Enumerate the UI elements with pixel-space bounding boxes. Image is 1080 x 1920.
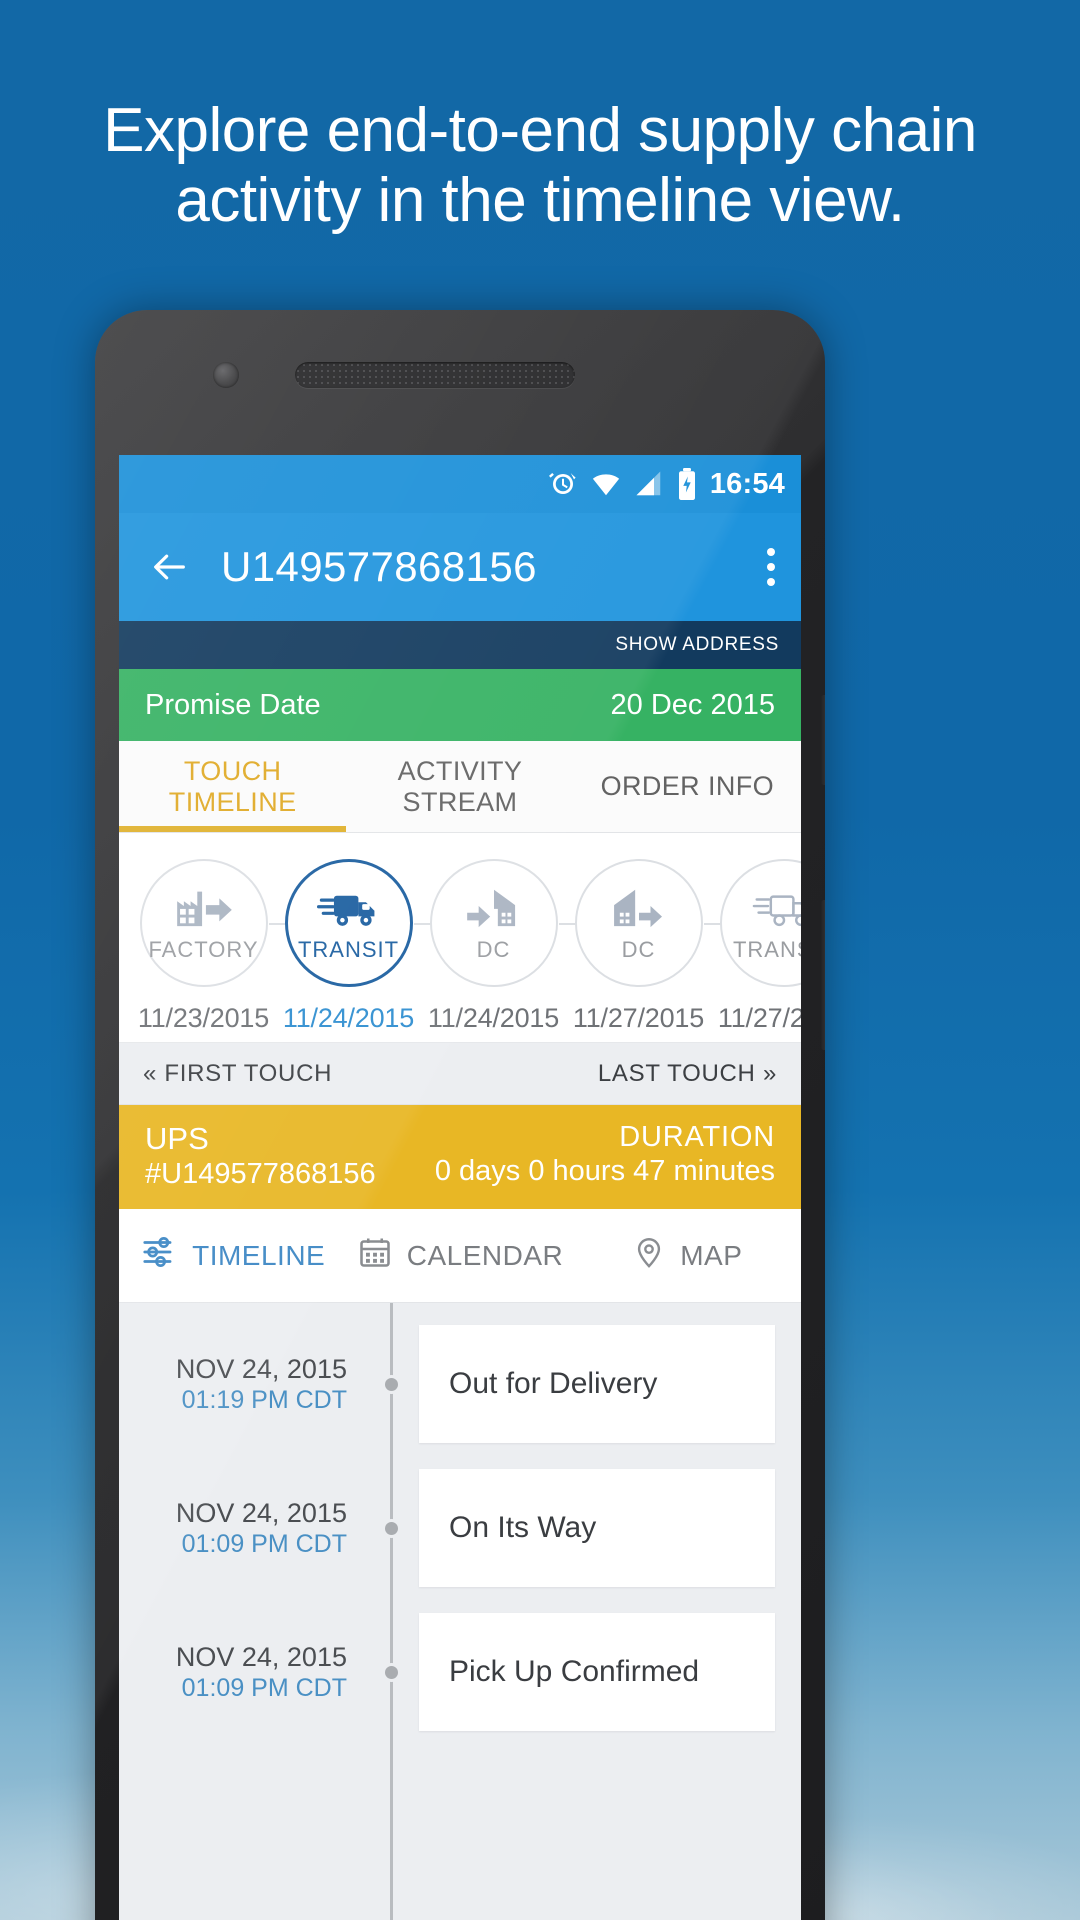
touch-step-transit-2[interactable]: TRANSIT 11/27/2015 <box>711 859 801 1034</box>
show-address-bar[interactable]: SHOW ADDRESS <box>119 621 801 669</box>
timeline-event-time: 01:19 PM CDT <box>181 1385 347 1414</box>
touch-nav-bar: « FIRST TOUCH LAST TOUCH » <box>119 1043 801 1105</box>
phone-device: 16:54 U149577868156 SHOW ADDRESS Promise… <box>95 310 825 1920</box>
promise-date-bar: Promise Date 20 Dec 2015 <box>119 669 801 741</box>
headline-line-2: activity in the timeline view. <box>175 166 905 236</box>
touch-step-label: TRANSIT <box>732 936 801 962</box>
phone-screen: 16:54 U149577868156 SHOW ADDRESS Promise… <box>119 455 801 1920</box>
main-tabs: TOUCH TIMELINE ACTIVITY STREAM ORDER INF… <box>119 741 801 833</box>
alarm-icon <box>548 469 578 499</box>
front-camera-icon <box>213 362 239 388</box>
carrier-tracking-number: #U149577868156 <box>145 1157 376 1190</box>
status-bar: 16:54 <box>119 455 801 513</box>
back-button[interactable] <box>141 547 199 587</box>
duration-info: DURATION 0 days 0 hours 47 minutes <box>435 1121 775 1191</box>
touch-step-transit[interactable]: TRANSIT 11/24/2015 <box>276 859 421 1034</box>
touch-step-label: FACTORY <box>148 936 259 962</box>
timeline-event-title[interactable]: Out for Delivery <box>419 1325 775 1444</box>
touch-steps-row[interactable]: FACTORY 11/23/2015 TRANSIT 11/24/2015 DC… <box>119 859 801 1034</box>
promise-date-value: 20 Dec 2015 <box>610 688 775 721</box>
signal-icon <box>634 469 664 499</box>
app-bar: U149577868156 <box>119 513 801 621</box>
last-touch-button[interactable]: LAST TOUCH » <box>598 1060 777 1088</box>
timeline-event-dot <box>382 1374 401 1394</box>
timeline-list: NOV 24, 2015 01:19 PM CDT Out for Delive… <box>119 1303 801 1920</box>
volume-button[interactable] <box>821 900 825 1050</box>
promo-headline: Explore end-to-end supply chain activity… <box>0 96 1080 236</box>
tab-activity-stream[interactable]: ACTIVITY STREAM <box>346 756 573 818</box>
map-pin-icon <box>632 1233 666 1278</box>
touch-step-date: 11/24/2015 <box>282 1003 415 1033</box>
carrier-summary-bar: UPS #U149577868156 DURATION 0 days 0 hou… <box>119 1105 801 1210</box>
duration-label: DURATION <box>619 1121 775 1153</box>
touch-step-label: DC <box>621 936 656 962</box>
tab-active-indicator <box>119 826 347 832</box>
warehouse-in-icon <box>465 884 523 935</box>
timeline-event-date: NOV 24, 2015 <box>175 1497 347 1528</box>
touch-step-date: 11/27/2015 <box>717 1003 801 1033</box>
battery-icon <box>676 468 698 500</box>
factory-arrow-icon <box>173 884 235 935</box>
earpiece-speaker <box>295 362 575 388</box>
timeline-event-date: NOV 24, 2015 <box>175 1353 347 1384</box>
timeline-event-datetime: NOV 24, 2015 01:19 PM CDT <box>119 1354 369 1415</box>
carrier-info: UPS #U149577868156 <box>145 1121 376 1191</box>
timeline-event-dot <box>382 1662 401 1682</box>
touch-step-dc-out[interactable]: DC 11/27/2015 <box>566 859 711 1034</box>
touch-step-date: 11/24/2015 <box>427 1003 560 1033</box>
touch-step-label: TRANSIT <box>297 936 400 962</box>
overflow-menu-icon[interactable] <box>767 548 775 586</box>
subtab-timeline[interactable]: TIMELINE <box>119 1233 346 1278</box>
phone-bezel <box>95 310 825 455</box>
warehouse-out-icon <box>610 884 668 935</box>
page-title: U149577868156 <box>221 543 537 590</box>
tab-order-info[interactable]: ORDER INFO <box>574 771 801 802</box>
timeline-event-time: 01:09 PM CDT <box>181 1529 347 1558</box>
tab-touch-timeline[interactable]: TOUCH TIMELINE <box>119 756 346 818</box>
timeline-event-row[interactable]: NOV 24, 2015 01:09 PM CDT On Its Way <box>119 1469 801 1588</box>
touch-step-label: DC <box>476 936 511 962</box>
timeline-event-title[interactable]: Pick Up Confirmed <box>419 1613 775 1732</box>
touch-step-circle: TRANSIT <box>284 859 413 987</box>
timeline-event-row[interactable]: NOV 24, 2015 01:09 PM CDT Pick Up Confir… <box>119 1613 801 1732</box>
subtab-calendar[interactable]: CALENDAR <box>346 1233 573 1278</box>
touch-step-circle: DC <box>574 859 703 987</box>
calendar-icon <box>357 1233 393 1278</box>
timeline-event-row[interactable]: NOV 24, 2015 01:19 PM CDT Out for Delive… <box>119 1325 801 1444</box>
headline-line-1: Explore end-to-end supply chain <box>103 96 977 165</box>
first-touch-button[interactable]: « FIRST TOUCH <box>143 1060 332 1088</box>
timeline-event-title[interactable]: On Its Way <box>419 1469 775 1588</box>
timeline-event-datetime: NOV 24, 2015 01:09 PM CDT <box>119 1498 369 1559</box>
power-button[interactable] <box>821 695 825 785</box>
timeline-event-date: NOV 24, 2015 <box>175 1641 347 1672</box>
show-address-label: SHOW ADDRESS <box>615 634 779 655</box>
timeline-event-dot <box>382 1518 401 1538</box>
touch-step-circle: DC <box>429 859 558 987</box>
touch-step-circle: FACTORY <box>139 859 268 987</box>
touch-timeline-strip: FACTORY 11/23/2015 TRANSIT 11/24/2015 DC… <box>119 833 801 1043</box>
promise-date-label: Promise Date <box>145 688 321 721</box>
timeline-event-datetime: NOV 24, 2015 01:09 PM CDT <box>119 1642 369 1703</box>
view-mode-tabs: TIMELINE CALENDAR MAP <box>119 1209 801 1304</box>
touch-step-circle: TRANSIT <box>719 859 801 987</box>
sliders-icon <box>140 1233 178 1278</box>
touch-step-date: 11/23/2015 <box>137 1003 270 1033</box>
subtab-label: TIMELINE <box>192 1239 326 1271</box>
truck-icon <box>316 884 381 935</box>
touch-step-date: 11/27/2015 <box>572 1003 705 1033</box>
subtab-map[interactable]: MAP <box>574 1233 801 1278</box>
wifi-icon <box>590 469 622 499</box>
status-time: 16:54 <box>709 467 785 500</box>
subtab-label: MAP <box>680 1239 743 1271</box>
touch-step-dc-in[interactable]: DC 11/24/2015 <box>421 859 566 1034</box>
duration-value: 0 days 0 hours 47 minutes <box>434 1155 775 1188</box>
touch-step-factory[interactable]: FACTORY 11/23/2015 <box>131 859 276 1034</box>
carrier-name: UPS <box>145 1121 209 1156</box>
truck-outline-icon <box>752 884 801 935</box>
timeline-event-time: 01:09 PM CDT <box>181 1673 347 1702</box>
subtab-label: CALENDAR <box>406 1239 564 1271</box>
